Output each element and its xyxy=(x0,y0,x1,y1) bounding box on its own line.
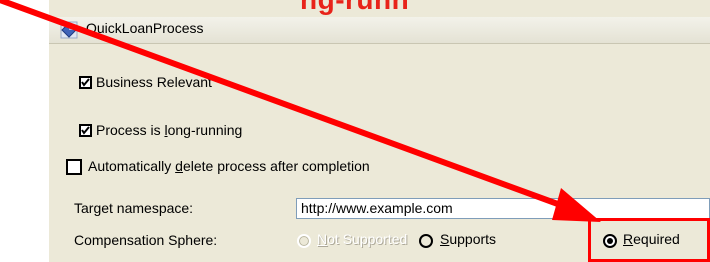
process-title: QuickLoanProcess xyxy=(86,20,204,36)
long-running-checkbox[interactable] xyxy=(79,124,92,137)
not-supported-label: Not Supported xyxy=(317,231,407,247)
label-accelerator: S xyxy=(440,231,450,247)
target-namespace-input[interactable]: http://www.example.com xyxy=(296,198,710,219)
not-supported-radio[interactable] xyxy=(297,234,311,248)
label-part: ong-running xyxy=(167,122,243,138)
supports-radio[interactable] xyxy=(419,234,433,248)
long-running-label: Process is long-running xyxy=(96,122,242,138)
panel-titlebar: QuickLoanProcess xyxy=(49,17,710,44)
label-part: elete process after completion xyxy=(182,158,370,174)
target-namespace-label: Target namespace: xyxy=(74,200,194,216)
annotation-banner-text: ng-runn xyxy=(300,0,409,16)
process-diamond-icon xyxy=(60,21,78,44)
screenshot: QuickLoanProcess Business Relevant Proce… xyxy=(0,0,710,262)
label-part: Process is xyxy=(96,122,165,138)
auto-delete-checkbox[interactable] xyxy=(66,159,82,175)
checkmark-icon xyxy=(81,126,90,135)
business-relevant-label: Business Relevant xyxy=(96,74,212,90)
label-part: upports xyxy=(449,231,497,247)
label-accelerator: d xyxy=(175,158,183,174)
compensation-sphere-label: Compensation Sphere: xyxy=(74,232,218,248)
auto-delete-label: Automatically delete process after compl… xyxy=(88,158,370,174)
supports-label: Supports xyxy=(440,231,496,247)
label-part: Automatically xyxy=(88,158,176,174)
annotation-highlight-box xyxy=(588,218,710,262)
label-accelerator: N xyxy=(317,231,328,247)
checkmark-icon xyxy=(81,78,90,87)
business-relevant-checkbox[interactable] xyxy=(79,76,92,89)
label-part: ot Supported xyxy=(327,231,408,247)
